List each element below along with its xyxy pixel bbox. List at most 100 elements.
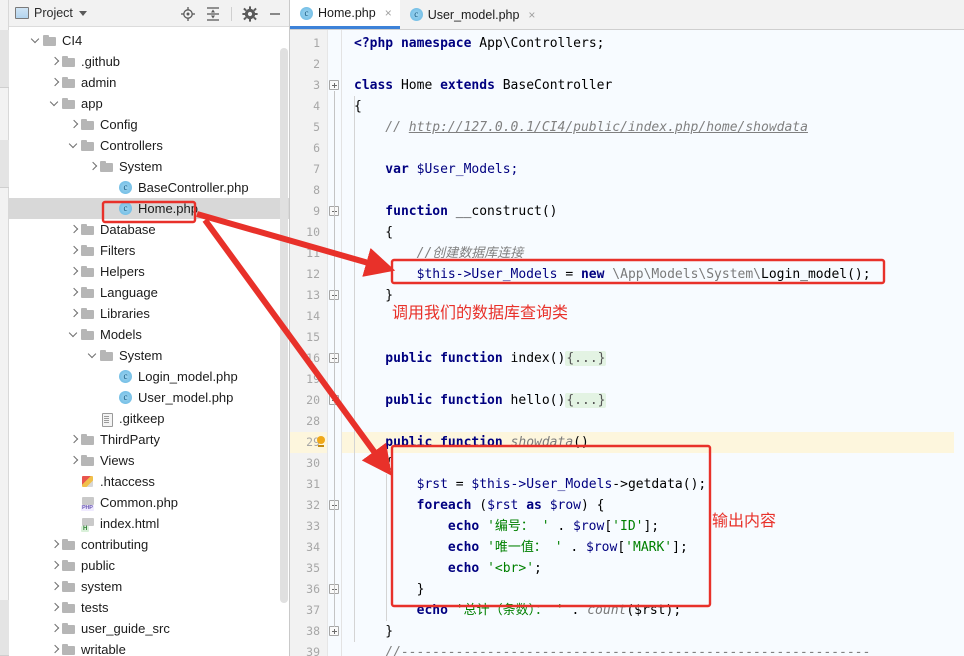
code-line[interactable] bbox=[342, 411, 964, 432]
editor-tab-user-model-php[interactable]: c User_model.php × bbox=[399, 0, 544, 29]
tree-item-libraries[interactable]: Libraries bbox=[9, 303, 289, 324]
chevron-right-icon[interactable] bbox=[86, 156, 99, 177]
tree-item-basecontroller-php[interactable]: c BaseController.php bbox=[9, 177, 289, 198]
editor-tab-home-php[interactable]: c Home.php × bbox=[290, 0, 400, 29]
code-line[interactable]: public function showdata() bbox=[342, 432, 964, 453]
chevron-right-icon[interactable] bbox=[67, 303, 80, 324]
close-icon[interactable]: × bbox=[385, 7, 392, 19]
collapse-all-icon[interactable] bbox=[205, 6, 221, 22]
code-line[interactable]: { bbox=[342, 453, 964, 474]
tree-item-app[interactable]: app bbox=[9, 93, 289, 114]
tree-item-config[interactable]: Config bbox=[9, 114, 289, 135]
tree-item-index-html[interactable]: index.html bbox=[9, 513, 289, 534]
tree-item-contributing[interactable]: contributing bbox=[9, 534, 289, 555]
tree-item-system[interactable]: system bbox=[9, 576, 289, 597]
tree-item-login-model-php[interactable]: c Login_model.php bbox=[9, 366, 289, 387]
code-line[interactable]: public function index(){...} bbox=[342, 348, 964, 369]
project-file-tree[interactable]: CI4 .github admin app Config Controllers Syste… bbox=[9, 27, 289, 656]
tree-item-filters[interactable]: Filters bbox=[9, 240, 289, 261]
code-line[interactable]: <?php namespace App\Controllers; bbox=[342, 33, 964, 54]
code-line[interactable] bbox=[342, 54, 964, 75]
tree-item-system[interactable]: System bbox=[9, 345, 289, 366]
code-line[interactable]: echo '总计（条数）： ' . count($rst); bbox=[342, 600, 964, 621]
tree-item-language[interactable]: Language bbox=[9, 282, 289, 303]
tool-window-button-favorites[interactable] bbox=[0, 600, 9, 656]
chevron-right-icon[interactable] bbox=[67, 261, 80, 282]
code-line[interactable] bbox=[342, 180, 964, 201]
tree-item-ci4[interactable]: CI4 bbox=[9, 30, 289, 51]
tree-item-common-php[interactable]: Common.php bbox=[9, 492, 289, 513]
chevron-right-icon[interactable] bbox=[48, 555, 61, 576]
tree-item-writable[interactable]: writable bbox=[9, 639, 289, 656]
code-line[interactable]: foreach ($rst as $row) { bbox=[342, 495, 964, 516]
code-line[interactable]: { bbox=[342, 222, 964, 243]
tree-item-models[interactable]: Models bbox=[9, 324, 289, 345]
chevron-right-icon[interactable] bbox=[67, 450, 80, 471]
tool-window-button-project[interactable] bbox=[0, 30, 9, 88]
tree-item-admin[interactable]: admin bbox=[9, 72, 289, 93]
code-fold-toggle[interactable] bbox=[329, 626, 339, 636]
code-line[interactable]: //--------------------------------------… bbox=[342, 642, 964, 656]
tree-item-gitkeep[interactable]: .gitkeep bbox=[9, 408, 289, 429]
chevron-right-icon[interactable] bbox=[48, 72, 61, 93]
project-title-group[interactable]: Project bbox=[15, 6, 87, 20]
code-line[interactable]: { bbox=[342, 96, 964, 117]
chevron-right-icon[interactable] bbox=[48, 618, 61, 639]
code-line[interactable]: echo '编号： ' . $row['ID']; bbox=[342, 516, 964, 537]
tree-item-user-model-php[interactable]: c User_model.php bbox=[9, 387, 289, 408]
chevron-right-icon[interactable] bbox=[48, 597, 61, 618]
code-fold-toggle[interactable] bbox=[329, 80, 339, 90]
chevron-down-icon[interactable] bbox=[86, 345, 99, 366]
chevron-down-icon[interactable] bbox=[78, 10, 87, 16]
code-line[interactable] bbox=[342, 138, 964, 159]
minimize-icon[interactable] bbox=[267, 6, 283, 22]
code-line[interactable]: var $User_Models; bbox=[342, 159, 964, 180]
code-line[interactable]: function __construct() bbox=[342, 201, 964, 222]
tree-item-system[interactable]: System bbox=[9, 156, 289, 177]
gear-icon[interactable] bbox=[242, 5, 258, 22]
code-line[interactable]: echo '<br>'; bbox=[342, 558, 964, 579]
code-line[interactable]: } bbox=[342, 621, 964, 642]
tree-item-database[interactable]: Database bbox=[9, 219, 289, 240]
tree-item-helpers[interactable]: Helpers bbox=[9, 261, 289, 282]
tree-item-home-php[interactable]: c Home.php bbox=[9, 198, 289, 219]
chevron-right-icon[interactable] bbox=[67, 429, 80, 450]
tree-item-thirdparty[interactable]: ThirdParty bbox=[9, 429, 289, 450]
chevron-down-icon[interactable] bbox=[29, 30, 42, 51]
code-line[interactable]: public function hello(){...} bbox=[342, 390, 964, 411]
tree-item-htaccess[interactable]: .htaccess bbox=[9, 471, 289, 492]
code-editor[interactable]: 1 2 3 4 5 6 7 8 9 10 11 12 13 14 15 16 19 20 28 29 30 31 32 33 3… bbox=[290, 30, 964, 656]
chevron-right-icon[interactable] bbox=[48, 534, 61, 555]
code-line[interactable]: } bbox=[342, 579, 964, 600]
close-icon[interactable]: × bbox=[528, 9, 535, 21]
code-line[interactable] bbox=[342, 306, 964, 327]
code-line[interactable]: } bbox=[342, 285, 964, 306]
locate-icon[interactable] bbox=[180, 6, 196, 22]
chevron-right-icon[interactable] bbox=[48, 51, 61, 72]
code-line[interactable]: class Home extends BaseController bbox=[342, 75, 964, 96]
line-number-gutter[interactable]: 1 2 3 4 5 6 7 8 9 10 11 12 13 14 15 16 19 20 28 29 30 31 32 33 3… bbox=[290, 30, 342, 656]
chevron-right-icon[interactable] bbox=[48, 639, 61, 656]
code-line[interactable]: $this->User_Models = new \App\Models\Sys… bbox=[342, 264, 964, 285]
tree-item-tests[interactable]: tests bbox=[9, 597, 289, 618]
chevron-down-icon[interactable] bbox=[48, 93, 61, 114]
code-line[interactable]: echo '唯一值： ' . $row['MARK']; bbox=[342, 537, 964, 558]
chevron-right-icon[interactable] bbox=[67, 219, 80, 240]
code-line[interactable]: $rst = $this->User_Models->getdata(); bbox=[342, 474, 964, 495]
chevron-right-icon[interactable] bbox=[48, 576, 61, 597]
chevron-right-icon[interactable] bbox=[67, 114, 80, 135]
code-line[interactable] bbox=[342, 327, 964, 348]
chevron-right-icon[interactable] bbox=[67, 240, 80, 261]
tree-item-views[interactable]: Views bbox=[9, 450, 289, 471]
tool-window-button-structure[interactable] bbox=[0, 140, 9, 188]
tree-item-public[interactable]: public bbox=[9, 555, 289, 576]
chevron-down-icon[interactable] bbox=[67, 135, 80, 156]
code-line[interactable]: // http://127.0.0.1/CI4/public/index.php… bbox=[342, 117, 964, 138]
intention-bulb-icon[interactable] bbox=[316, 436, 326, 447]
code-content[interactable]: <?php namespace App\Controllers; class H… bbox=[342, 30, 964, 656]
tree-item-controllers[interactable]: Controllers bbox=[9, 135, 289, 156]
code-line[interactable] bbox=[342, 369, 964, 390]
tree-item-user-guide-src[interactable]: user_guide_src bbox=[9, 618, 289, 639]
project-panel-scrollbar[interactable] bbox=[280, 48, 288, 603]
code-line[interactable]: //创建数据库连接 bbox=[342, 243, 964, 264]
